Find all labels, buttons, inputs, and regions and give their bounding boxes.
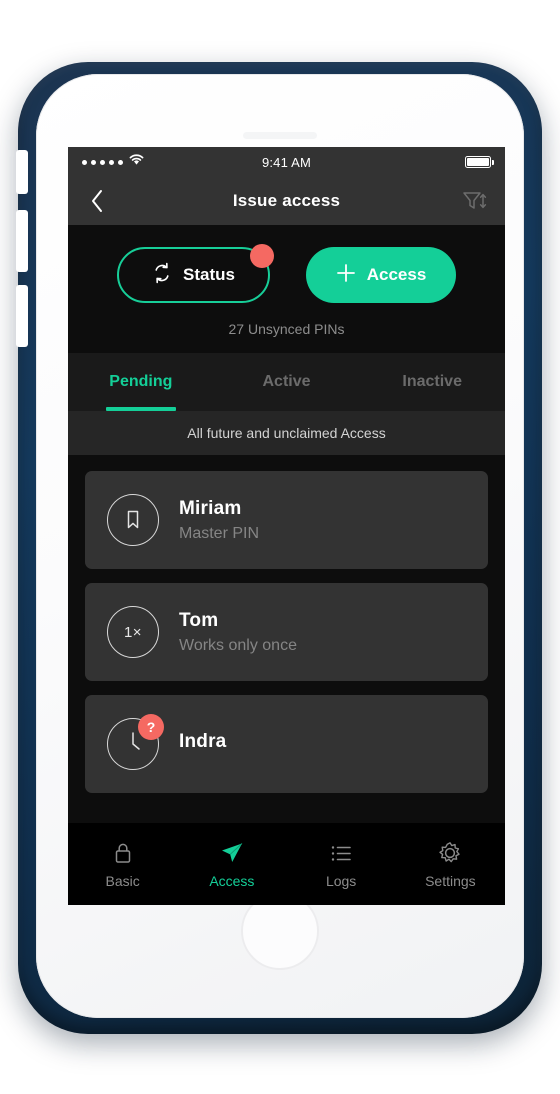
tab-pending[interactable]: Pending: [68, 353, 214, 411]
segment-tabs: Pending Active Inactive: [68, 353, 505, 411]
list-item-name: Indra: [179, 730, 227, 752]
phone-screen: 9:41 AM Issue access Status Access 27 Un…: [68, 147, 505, 905]
filter-sort-icon[interactable]: [459, 188, 489, 214]
unsynced-pins-count: 27 Unsynced PINs: [228, 321, 345, 337]
tab-description: All future and unclaimed Access: [68, 411, 505, 455]
list-item[interactable]: Miriam Master PIN: [85, 471, 488, 569]
once-icon-label: 1×: [123, 623, 143, 641]
unknown-status-badge: ?: [138, 714, 164, 740]
battery-full-icon: [465, 156, 494, 168]
status-button-label: Status: [183, 265, 235, 284]
add-access-button[interactable]: Access: [306, 247, 456, 303]
list-item-name: Tom: [179, 609, 219, 631]
status-button[interactable]: Status: [117, 244, 274, 303]
tabbar-item-settings[interactable]: Settings: [396, 840, 505, 889]
page-title: Issue access: [232, 191, 341, 210]
earpiece-speaker: [243, 132, 317, 139]
status-bar-right: [465, 156, 494, 168]
list-item-text: Indra: [179, 731, 226, 758]
list-item[interactable]: 1× Tom Works only once: [85, 583, 488, 681]
tabbar-item-basic[interactable]: Basic: [68, 840, 177, 889]
sync-icon: [152, 262, 172, 289]
tabbar-label-access: Access: [209, 872, 255, 889]
paper-plane-icon: [219, 840, 245, 866]
list-item-subtitle: Works only once: [179, 636, 297, 654]
clock-icon: ?: [107, 714, 164, 770]
signal-strength-icon: [82, 159, 123, 165]
tab-active[interactable]: Active: [214, 353, 360, 411]
bookmark-icon: [107, 494, 159, 546]
lock-icon: [111, 840, 135, 866]
list-item-subtitle: Master PIN: [179, 524, 260, 542]
tabbar-label-basic: Basic: [105, 872, 140, 889]
wifi-icon: [128, 153, 145, 171]
status-notification-badge: [250, 244, 274, 268]
status-bar-left: [82, 153, 145, 171]
list-item-text: Tom Works only once: [179, 610, 297, 655]
tabbar-label-settings: Settings: [425, 872, 476, 889]
case-cutout-volume-up: [16, 210, 28, 272]
case-cutout-mute-switch: [16, 150, 28, 194]
bottom-tab-bar: Basic Access Logs Settings: [68, 823, 505, 905]
list-item-name: Miriam: [179, 497, 242, 519]
gear-icon: [437, 840, 463, 866]
tab-inactive[interactable]: Inactive: [359, 353, 505, 411]
back-button[interactable]: [84, 188, 110, 214]
action-area: Status Access 27 Unsynced PINs: [68, 225, 505, 353]
tabbar-item-access[interactable]: Access: [177, 840, 286, 889]
list-icon: [328, 840, 354, 866]
tabbar-label-logs: Logs: [325, 872, 357, 889]
status-bar: 9:41 AM: [68, 147, 505, 177]
list-item[interactable]: ? Indra: [85, 695, 488, 793]
list-item-text: Miriam Master PIN: [179, 498, 259, 543]
case-cutout-volume-down: [16, 285, 28, 347]
tabbar-item-logs[interactable]: Logs: [287, 840, 396, 889]
primary-action-row: Status Access: [68, 244, 505, 303]
navigation-bar: Issue access: [68, 177, 505, 225]
access-list: Miriam Master PIN 1× Tom Works only once…: [68, 455, 505, 793]
add-access-button-label: Access: [366, 265, 427, 284]
once-icon: 1×: [107, 606, 159, 658]
plus-icon: [336, 263, 356, 288]
